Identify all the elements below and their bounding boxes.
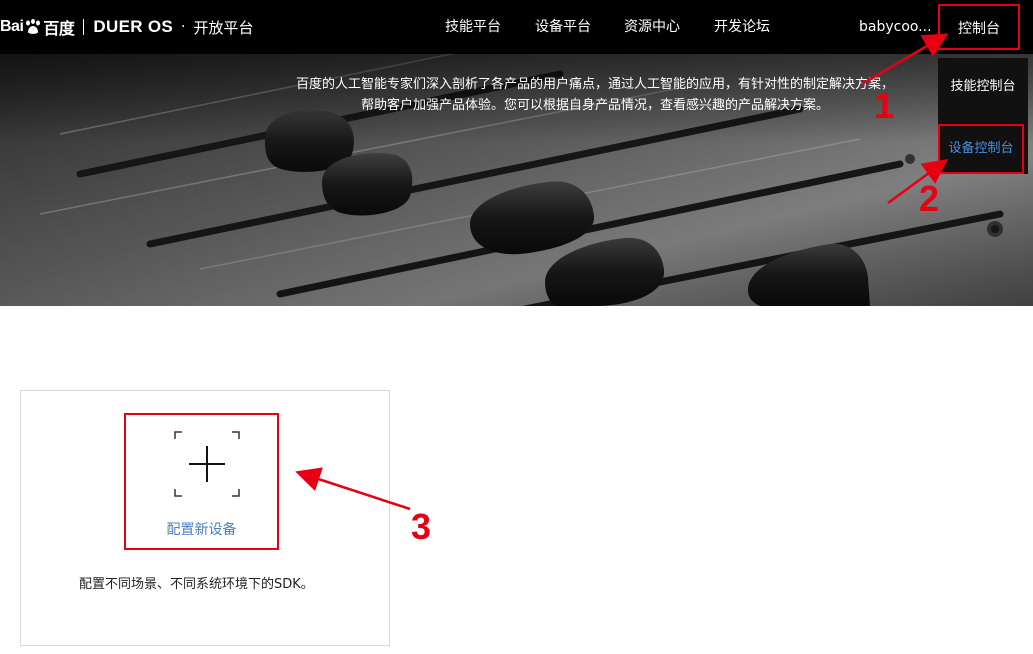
top-nav-bar: Bai 百度 DUER OS · 开放平台 技能平台 设备平台 资源中心 开发论… — [0, 0, 1033, 54]
plus-icon — [174, 431, 240, 497]
nav-skill-platform[interactable]: 技能平台 — [445, 0, 501, 54]
add-new-device-label: 配置新设备 — [166, 522, 237, 538]
brand-logo[interactable]: Bai 百度 DUER OS · 开放平台 — [0, 0, 253, 54]
dropdown-item-device-console[interactable]: 设备控制台 — [938, 124, 1024, 174]
console-button[interactable]: 控制台 — [938, 4, 1020, 50]
hero-text-line1: 百度的人工智能专家们深入剖析了各产品的用户痛点，通过人工智能的应用，有针对性的制… — [295, 77, 894, 92]
nav-dev-forum[interactable]: 开发论坛 — [714, 0, 770, 54]
baidu-logo: Bai 百度 — [0, 15, 75, 39]
dropdown-item-skill-console[interactable]: 技能控制台 — [938, 58, 1028, 116]
annotation-number-2: 2 — [919, 178, 940, 219]
annotation-number-3: 3 — [411, 506, 432, 547]
paw-icon — [26, 19, 41, 34]
logo-dot: · — [180, 19, 186, 35]
user-name[interactable]: babycoo... — [859, 0, 932, 54]
dueros-logo-text: DUER OS — [93, 17, 173, 36]
page-root: Bai 百度 DUER OS · 开放平台 技能平台 设备平台 资源中心 开发论… — [0, 0, 1033, 654]
annotation-number-1: 1 — [874, 85, 895, 126]
add-new-device-button[interactable]: 配置新设备 — [124, 413, 279, 550]
device-card: 配置新设备 配置不同场景、不同系统环境下的SDK。 — [20, 390, 390, 646]
card-description: 配置不同场景、不同系统环境下的SDK。 — [79, 577, 314, 592]
hero-text-line2: 帮助客户加强产品体验。您可以根据自身产品情况，查看感兴趣的产品解决方案。 — [360, 98, 829, 113]
hero-description: 百度的人工智能专家们深入剖析了各产品的用户痛点，通过人工智能的应用，有针对性的制… — [200, 74, 990, 116]
nav-resource-center[interactable]: 资源中心 — [624, 0, 680, 54]
baidu-logo-text-left: Bai — [0, 18, 24, 35]
console-dropdown-menu: 技能控制台 设备控制台 — [938, 58, 1028, 174]
baidu-logo-text-right: 百度 — [43, 21, 75, 38]
nav-device-platform[interactable]: 设备平台 — [535, 0, 591, 54]
open-platform-label: 开放平台 — [193, 18, 254, 37]
logo-divider — [83, 19, 85, 35]
